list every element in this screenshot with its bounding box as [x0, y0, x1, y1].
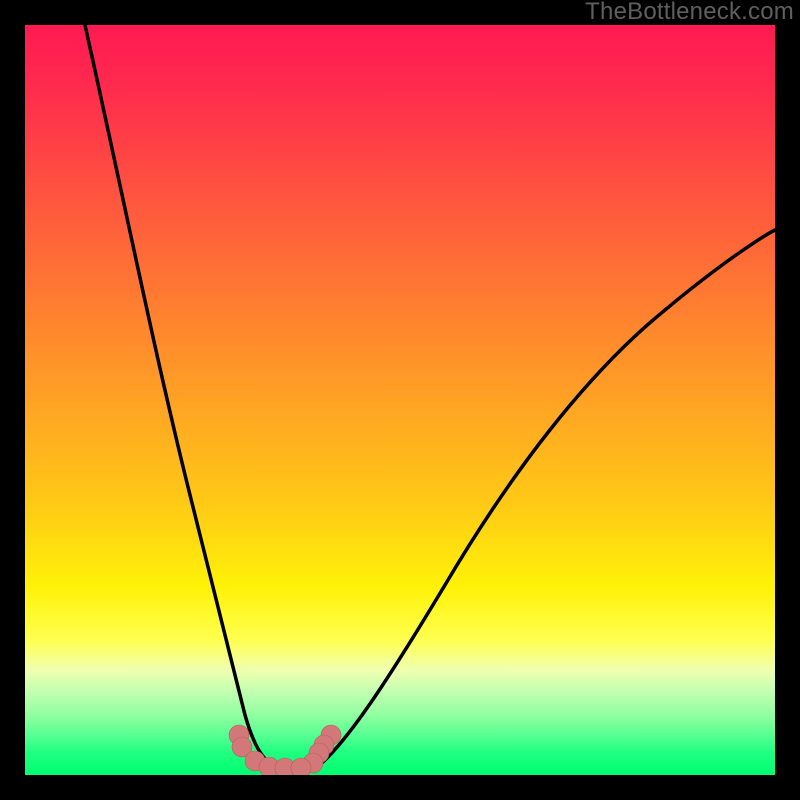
watermark-text: TheBottleneck.com	[585, 0, 794, 26]
curve-overlay	[25, 25, 775, 775]
marker-mid3	[291, 758, 311, 775]
left-curve	[85, 25, 283, 769]
right-curve	[317, 230, 775, 767]
valley-marker-group	[229, 725, 341, 775]
plot-area	[25, 25, 775, 775]
chart-frame: TheBottleneck.com	[0, 0, 800, 800]
